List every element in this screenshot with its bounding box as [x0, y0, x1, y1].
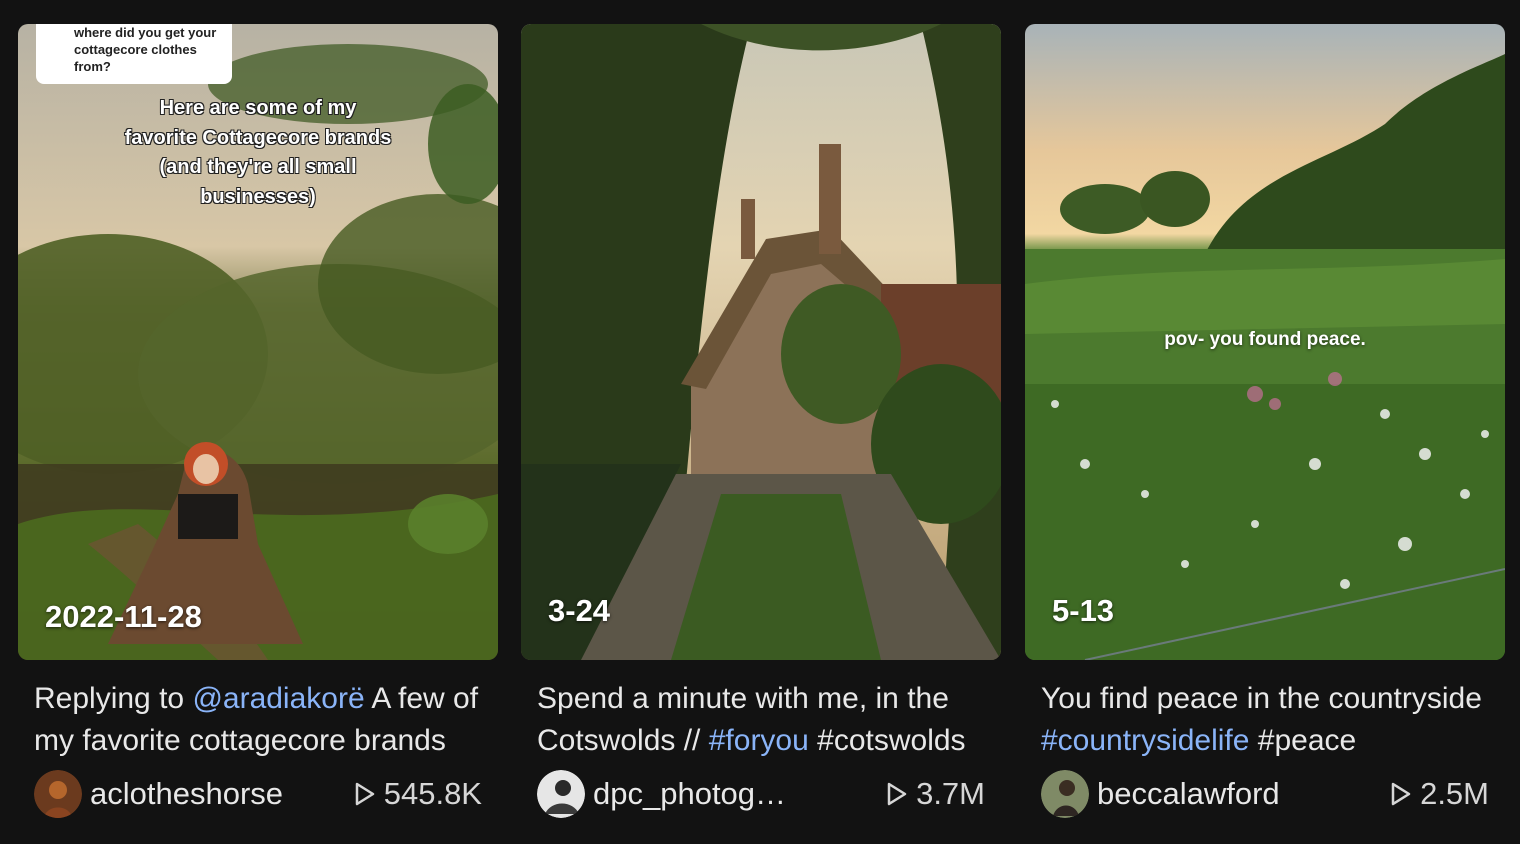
play-icon	[1391, 782, 1411, 806]
video-thumbnail[interactable]: where did you get your cottagecore cloth…	[18, 24, 498, 660]
video-date: 5-13	[1052, 593, 1115, 628]
video-description: Replying to @aradiakorë A few of my favo…	[34, 678, 482, 762]
video-meta: dpc_photography 3.7M	[537, 770, 985, 818]
author-name[interactable]: aclotheshorse	[90, 774, 290, 814]
description-text: Replying to	[34, 682, 193, 715]
author-avatar[interactable]	[34, 770, 82, 818]
video-card[interactable]: where did you get your cottagecore cloth…	[18, 24, 498, 818]
description-text: You find peace in the countryside	[1041, 682, 1482, 715]
view-count: 545.8K	[354, 774, 482, 814]
view-count-value: 3.7M	[916, 776, 985, 811]
video-thumbnail[interactable]: 3-24	[521, 24, 1001, 660]
video-card[interactable]: 3-24 Spend a minute with me, in the Cots…	[521, 24, 1001, 818]
video-overlay-caption: Here are some of my favorite Cottagecore…	[124, 97, 392, 208]
thumbnail-image	[521, 24, 1001, 660]
mention-link[interactable]: @aradiakorë	[192, 682, 364, 715]
author-name[interactable]: dpc_photography	[593, 774, 793, 814]
view-count: 3.7M	[886, 774, 985, 814]
video-date: 2022-11-28	[45, 599, 202, 634]
video-meta: aclotheshorse 545.8K	[34, 770, 482, 818]
avatar-image	[537, 770, 585, 818]
video-overlay-caption: pov- you found peace.	[1164, 329, 1366, 350]
description-text: #peace	[1249, 724, 1357, 757]
description-text: #cotswolds	[808, 724, 966, 757]
video-thumbnail[interactable]: pov- you found peace. 5-13	[1025, 24, 1505, 660]
author-name[interactable]: beccalawford	[1097, 774, 1297, 814]
hashtag-link[interactable]: #foryou	[709, 724, 809, 757]
view-count: 2.5M	[1390, 774, 1489, 814]
view-count-value: 545.8K	[383, 776, 482, 811]
author-avatar[interactable]	[537, 770, 585, 818]
author-avatar[interactable]	[1041, 770, 1089, 818]
play-icon	[355, 782, 374, 806]
video-grid: where did you get your cottagecore cloth…	[0, 0, 1520, 844]
video-meta: beccalawford 2.5M	[1041, 770, 1489, 818]
question-sticker: where did you get your cottagecore cloth…	[36, 24, 232, 84]
video-description: You find peace in the countryside #count…	[1041, 678, 1489, 762]
avatar-image	[34, 770, 82, 818]
video-date: 3-24	[548, 593, 611, 628]
video-description: Spend a minute with me, in the Cotswolds…	[537, 678, 985, 762]
hashtag-link[interactable]: #countrysidelife	[1041, 724, 1249, 757]
play-icon	[887, 782, 907, 806]
video-card[interactable]: pov- you found peace. 5-13 You find peac…	[1025, 24, 1505, 818]
avatar-image	[1041, 770, 1089, 818]
view-count-value: 2.5M	[1420, 776, 1489, 811]
